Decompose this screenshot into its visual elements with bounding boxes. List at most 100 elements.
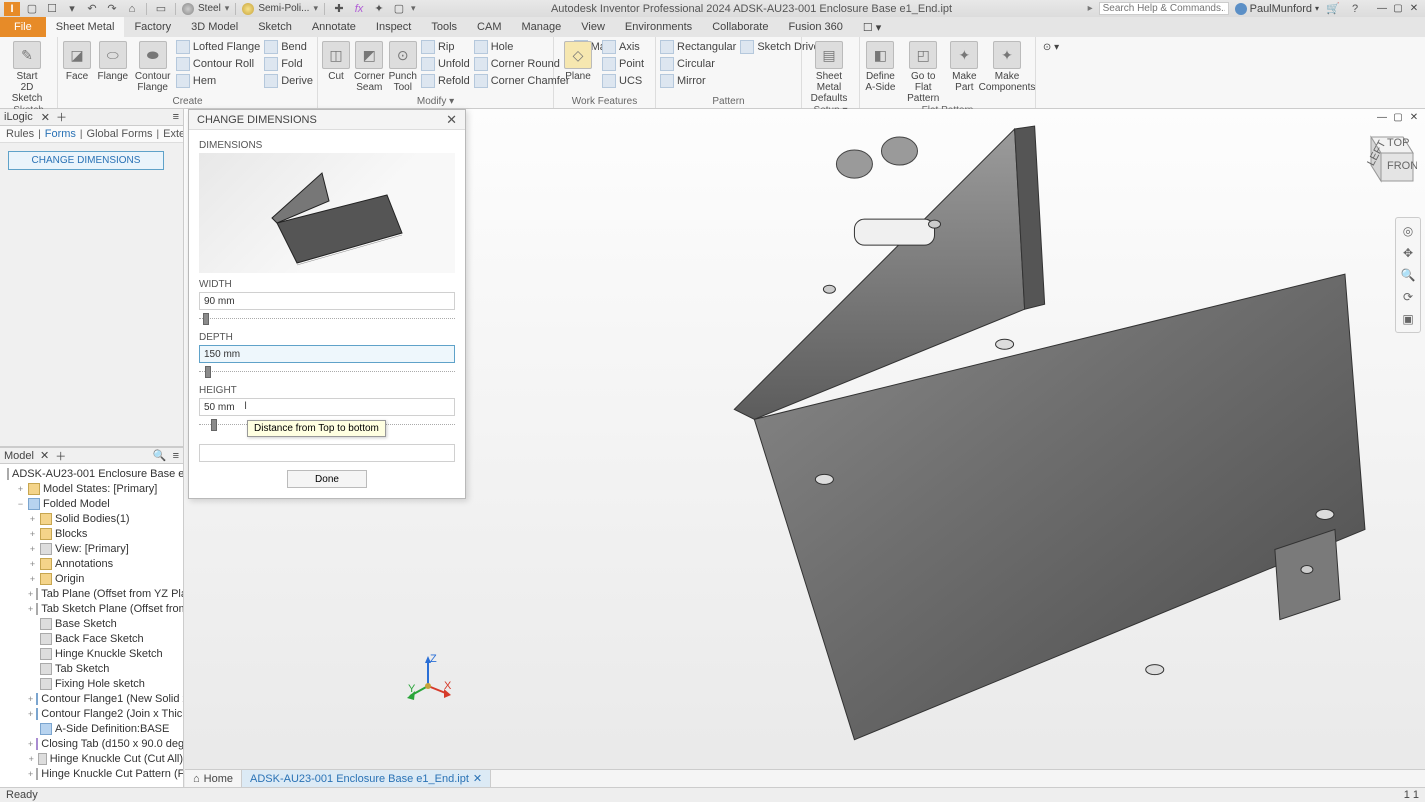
tab-sheet-metal[interactable]: Sheet Metal [46, 17, 125, 37]
tab-cam[interactable]: CAM [467, 17, 511, 37]
ilogic-add-icon[interactable]: ＋ [56, 109, 67, 125]
tree-item[interactable]: −Folded Model [0, 496, 183, 511]
tab-sketch[interactable]: Sketch [248, 17, 302, 37]
tab-inspect[interactable]: Inspect [366, 17, 421, 37]
height-slider[interactable]: Distance from Top to bottom [199, 418, 455, 432]
appearance-dropdown[interactable]: Semi-Poli... [258, 3, 309, 14]
fx-icon[interactable]: fx [351, 2, 367, 16]
hem-button[interactable]: Hem [176, 73, 260, 89]
tree-item[interactable]: +Blocks [0, 526, 183, 541]
define-aside-button[interactable]: ◧Define A-Side [864, 39, 897, 93]
blank-input[interactable] [199, 444, 455, 462]
pan-icon[interactable]: ✥ [1398, 243, 1418, 263]
dialog-close-icon[interactable]: ✕ [446, 112, 457, 128]
point-button[interactable]: Point [602, 56, 644, 72]
ilogic-tab-global-forms[interactable]: Global Forms [83, 128, 157, 140]
orbit-icon[interactable]: ⟳ [1398, 287, 1418, 307]
mdi-close-button[interactable]: ✕ [1407, 111, 1421, 123]
height-input[interactable] [199, 398, 455, 416]
cart-icon[interactable]: 🛒 [1325, 2, 1341, 16]
qat-extra2-icon[interactable]: ▢ [391, 2, 407, 16]
depth-input[interactable] [199, 345, 455, 363]
change-dimensions-form-button[interactable]: CHANGE DIMENSIONS [8, 151, 164, 170]
ilogic-tab-rules[interactable]: Rules [2, 128, 38, 140]
tab-close-icon[interactable]: ✕ [473, 772, 482, 785]
lookat-icon[interactable]: ▣ [1398, 309, 1418, 329]
material-ball-icon[interactable] [182, 3, 194, 15]
tab-manage[interactable]: Manage [512, 17, 572, 37]
sheet-metal-defaults-button[interactable]: ▤Sheet Metal Defaults [806, 39, 852, 104]
user-account[interactable]: PaulMunford▾ [1235, 3, 1319, 15]
mdi-minimize-button[interactable]: — [1375, 111, 1389, 123]
new-icon[interactable]: ▢ [24, 2, 40, 16]
nav-wheel-icon[interactable]: ◎ [1398, 221, 1418, 241]
contour-roll-button[interactable]: Contour Roll [176, 56, 260, 72]
appearance-ball-icon[interactable] [242, 3, 254, 15]
tab-view[interactable]: View [571, 17, 615, 37]
tab-3d-model[interactable]: 3D Model [181, 17, 248, 37]
model-browser-tree[interactable]: ADSK-AU23-001 Enclosure Base e1_End.ip..… [0, 464, 183, 787]
punch-tool-button[interactable]: ⊙Punch Tool [389, 39, 417, 93]
measure-icon[interactable]: ✚ [331, 2, 347, 16]
file-tab[interactable]: File [0, 17, 46, 37]
tab-tools[interactable]: Tools [421, 17, 467, 37]
make-part-button[interactable]: ✦Make Part [950, 39, 979, 93]
tree-item[interactable]: Back Face Sketch [0, 631, 183, 646]
refold-button[interactable]: Refold [421, 73, 470, 89]
tree-item[interactable]: +Closing Tab (d150 x 90.0 deg) [0, 736, 183, 751]
axis-button[interactable]: Axis [602, 39, 644, 55]
tree-item[interactable]: +Solid Bodies(1) [0, 511, 183, 526]
make-components-button[interactable]: ✦Make Components [983, 39, 1031, 93]
browser-search-icon[interactable]: 🔍 [153, 449, 167, 462]
tree-item[interactable]: +Tab Plane (Offset from YZ Plane (Sid [0, 586, 183, 601]
home-icon[interactable]: ⌂ [124, 2, 140, 16]
material-dropdown[interactable]: Steel [198, 3, 221, 14]
tab-environments[interactable]: Environments [615, 17, 702, 37]
goto-flat-pattern-button[interactable]: ◰Go to Flat Pattern [901, 39, 946, 104]
home-tab[interactable]: ⌂Home [185, 770, 242, 788]
app-menu-icon[interactable]: I [4, 2, 20, 16]
circular-pattern-button[interactable]: Circular [660, 56, 736, 72]
tree-item[interactable]: +Origin [0, 571, 183, 586]
save-icon[interactable]: ▾ [64, 2, 80, 16]
browser-menu-icon[interactable]: ≡ [173, 450, 179, 462]
tree-item[interactable]: +Hinge Knuckle Cut Pattern (Feature: [0, 766, 183, 781]
tree-item[interactable]: +Tab Sketch Plane (Offset from XZ Pl... [0, 601, 183, 616]
tree-item[interactable]: +Annotations [0, 556, 183, 571]
mirror-button[interactable]: Mirror [660, 73, 736, 89]
tab-annotate[interactable]: Annotate [302, 17, 366, 37]
tree-item[interactable]: Fixing Hole sketch [0, 676, 183, 691]
ilogic-close-icon[interactable]: ✕ [41, 111, 50, 124]
corner-seam-button[interactable]: ◩Corner Seam [354, 39, 385, 93]
width-slider[interactable] [199, 312, 455, 326]
start-2d-sketch-button[interactable]: ✎Start 2D Sketch [4, 39, 50, 104]
flange-button[interactable]: ⬭Flange [96, 39, 129, 82]
select-icon[interactable]: ▭ [153, 2, 169, 16]
rip-button[interactable]: Rip [421, 39, 470, 55]
tree-item[interactable]: A-Side Definition:BASE [0, 721, 183, 736]
tree-item[interactable]: +Model States: [Primary] [0, 481, 183, 496]
fold-button[interactable]: Fold [264, 56, 313, 72]
browser-close-icon[interactable]: ✕ [40, 449, 49, 462]
tree-item[interactable]: Hinge Knuckle Sketch [0, 646, 183, 661]
mdi-restore-button[interactable]: ▢ [1391, 111, 1405, 123]
face-button[interactable]: ◪Face [62, 39, 92, 82]
document-tab-active[interactable]: ADSK-AU23-001 Enclosure Base e1_End.ipt✕ [242, 770, 491, 788]
tree-item[interactable]: +View: [Primary] [0, 541, 183, 556]
tab-factory[interactable]: Factory [124, 17, 181, 37]
zoom-icon[interactable]: 🔍 [1398, 265, 1418, 285]
tree-item[interactable]: Tab Sketch [0, 661, 183, 676]
tree-root[interactable]: ADSK-AU23-001 Enclosure Base e1_End.ip..… [0, 466, 183, 481]
minimize-button[interactable]: — [1375, 3, 1389, 15]
lofted-flange-button[interactable]: Lofted Flange [176, 39, 260, 55]
contour-flange-button[interactable]: ⬬Contour Flange [134, 39, 172, 93]
close-button[interactable]: ✕ [1407, 3, 1421, 15]
ilogic-menu-icon[interactable]: ≡ [173, 111, 179, 123]
open-icon[interactable]: ☐ [44, 2, 60, 16]
tree-item[interactable]: +Contour Flange2 (Join x Thickness) [0, 706, 183, 721]
done-button[interactable]: Done [287, 470, 367, 488]
depth-slider[interactable] [199, 365, 455, 379]
ilogic-tab-forms[interactable]: Forms [41, 128, 80, 140]
tree-item[interactable]: Base Sketch [0, 616, 183, 631]
tab-collaborate[interactable]: Collaborate [702, 17, 778, 37]
